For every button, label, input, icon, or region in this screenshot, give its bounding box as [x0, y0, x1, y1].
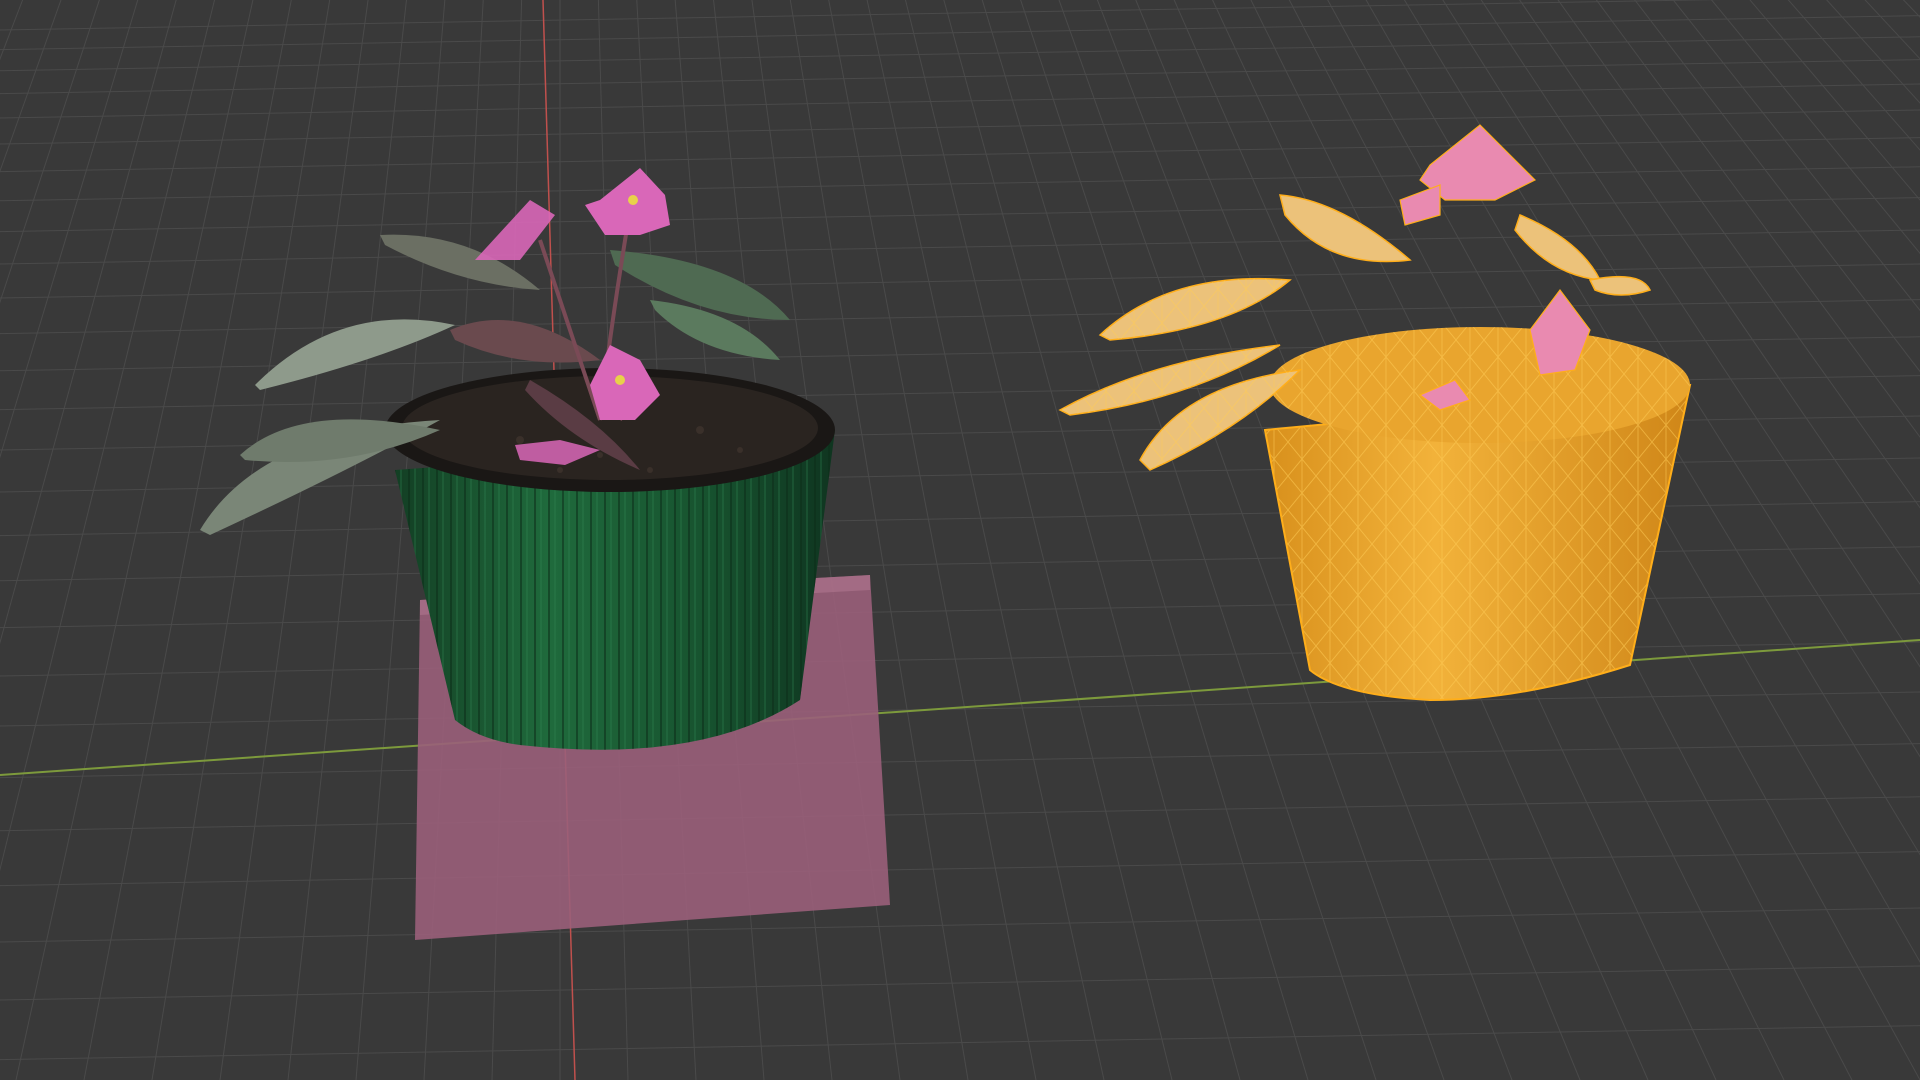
grid-line	[287, 0, 407, 1080]
grid-line	[1787, 0, 1920, 151]
grid-line	[0, 137, 1920, 173]
grid-line	[0, 907, 1920, 943]
grid-line	[943, 0, 1241, 1080]
grid-line	[0, 83, 1920, 119]
textured-plant-model[interactable]	[200, 168, 835, 750]
grid-line	[828, 0, 1037, 1080]
grid-line	[151, 0, 331, 1080]
viewport-scene[interactable]	[0, 0, 1920, 1080]
grid-line	[0, 299, 1920, 335]
grid-line	[0, 197, 1920, 233]
grid-line	[0, 965, 1920, 1001]
grid-line	[866, 0, 1105, 1080]
grid-line	[0, 109, 1920, 145]
grid-line	[0, 0, 100, 304]
grid-line	[83, 0, 292, 1080]
grid-line	[0, 59, 1920, 95]
grid-line	[0, 796, 1920, 832]
grid-line	[0, 0, 139, 459]
grid-line	[0, 36, 1920, 72]
grid-line	[0, 691, 1920, 727]
grid-line	[904, 0, 1173, 1080]
grid-line	[981, 0, 1309, 1080]
grid-line	[0, 0, 177, 645]
grid-line	[0, 0, 62, 173]
grid-line	[1906, 0, 1920, 1080]
grid-line	[15, 0, 254, 1080]
grid-line	[0, 0, 24, 61]
grid-line	[0, 0, 216, 872]
grid-line	[1672, 0, 1920, 312]
grid-line	[0, 851, 1920, 887]
grid-line	[0, 229, 1920, 265]
grid-line	[1710, 0, 1920, 255]
grid-line	[219, 0, 369, 1080]
grid-line	[0, 166, 1920, 202]
grid-line	[0, 15, 1920, 51]
3d-viewport[interactable]	[0, 0, 1920, 1080]
grid-line	[1826, 0, 1920, 104]
